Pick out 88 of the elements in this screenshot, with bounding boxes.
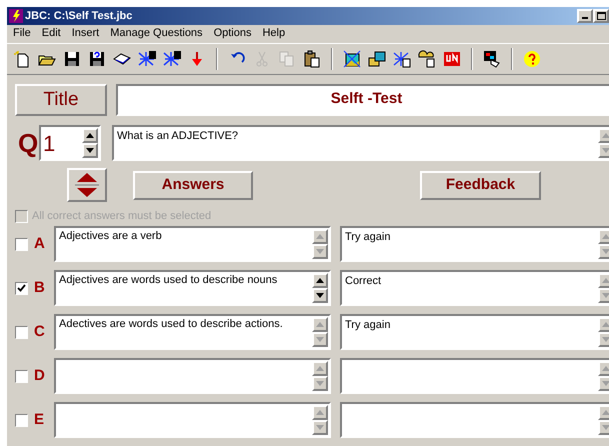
maximize-icon: [596, 12, 606, 20]
checkbox[interactable]: [15, 370, 28, 382]
feedback-field[interactable]: Correct: [340, 270, 609, 306]
screen-icon[interactable]: [483, 50, 501, 68]
cloud-page-icon[interactable]: [418, 50, 436, 68]
feedback-field[interactable]: [340, 402, 609, 438]
down-triangle-icon: [602, 425, 609, 430]
question-field[interactable]: What is an ADJECTIVE?: [112, 125, 609, 161]
feedback-field[interactable]: Try again: [340, 314, 609, 350]
checkbox[interactable]: [15, 282, 28, 294]
disk-icon[interactable]: [63, 50, 81, 68]
up-triangle-icon: [316, 322, 324, 327]
title-button[interactable]: Title: [15, 84, 107, 116]
up-down-arrows-icon: [75, 172, 99, 198]
down-triangle-icon: [602, 381, 609, 386]
answer-letter: B: [34, 278, 46, 298]
new-file-icon[interactable]: [13, 50, 31, 68]
menu-item[interactable]: Insert: [66, 25, 104, 42]
menu-item[interactable]: Help: [257, 25, 290, 42]
menu-item[interactable]: Manage Questions: [105, 25, 208, 42]
down-triangle-icon: [316, 381, 324, 386]
up-triangle-icon: [602, 366, 609, 371]
answer-field[interactable]: Adjectives are a verb: [54, 226, 331, 262]
down-triangle-icon: [316, 293, 324, 298]
up-triangle-icon: [316, 366, 324, 371]
menu-item[interactable]: Options: [208, 25, 256, 42]
down-triangle-icon: [316, 249, 324, 254]
scroll-up-button[interactable]: [312, 273, 328, 288]
up-triangle-icon: [316, 410, 324, 415]
up-triangle-icon: [602, 410, 609, 415]
down-triangle-icon: [602, 293, 609, 298]
down-triangle-icon: [602, 148, 609, 153]
minimize-icon: [582, 17, 588, 19]
down-triangle-icon: [602, 249, 609, 254]
answer-letter: E: [34, 410, 46, 430]
answer-letter: A: [34, 234, 46, 254]
answer-text: Adjectives are a verb: [59, 229, 162, 244]
up-triangle-icon: [602, 278, 609, 283]
folder-picture-icon[interactable]: [368, 50, 386, 68]
menu-item[interactable]: File: [8, 25, 36, 42]
scrollbar[interactable]: [82, 127, 98, 159]
checkbox[interactable]: [15, 326, 28, 338]
answer-text: Adectives are words used to describe actions.: [59, 317, 283, 332]
up-triangle-icon: [316, 234, 324, 239]
app-icon: [9, 9, 23, 23]
title-field[interactable]: Selft -Test: [116, 84, 609, 116]
up-triangle-icon: [602, 133, 609, 138]
feedback-field[interactable]: [340, 358, 609, 394]
picture-icon[interactable]: [343, 50, 361, 68]
up-triangle-icon: [602, 322, 609, 327]
minimize-button[interactable]: [577, 9, 593, 23]
answer-field[interactable]: [54, 402, 331, 438]
question-number-spinner[interactable]: 1: [39, 125, 101, 161]
answer-letter: C: [34, 322, 46, 342]
scroll-down-button[interactable]: [82, 143, 98, 158]
answer-letter: D: [34, 366, 46, 386]
up-triangle-icon: [86, 133, 94, 138]
answer-text: Adjectives are words used to describe nouns: [59, 273, 278, 288]
disk-question-icon[interactable]: [88, 50, 106, 68]
menu-item[interactable]: Edit: [36, 25, 66, 42]
answer-field[interactable]: [54, 358, 331, 394]
feedback-button[interactable]: Feedback: [420, 170, 541, 200]
answer-field[interactable]: Adectives are words used to describe actions.: [54, 314, 331, 350]
move-question-button[interactable]: [67, 168, 107, 202]
down-triangle-icon: [316, 425, 324, 430]
scroll-up-button[interactable]: [82, 128, 98, 143]
up-triangle-icon: [602, 234, 609, 239]
feedback-text: Correct: [345, 274, 382, 289]
net-page-icon[interactable]: [393, 50, 411, 68]
feedback-text: Try again: [345, 230, 390, 245]
down-triangle-icon: [316, 337, 324, 342]
checkbox[interactable]: [15, 238, 28, 250]
down-triangle-icon: [86, 148, 94, 153]
down-triangle-icon: [602, 337, 609, 342]
feedback-text: Try again: [345, 318, 390, 333]
scroll-down-button[interactable]: [312, 288, 328, 303]
checkbox[interactable]: [15, 414, 28, 426]
up-triangle-icon: [316, 278, 324, 283]
window-title: JBC: C:\Self Test.jbc: [25, 8, 132, 24]
question-label: Q: [17, 127, 39, 160]
maximize-button[interactable]: [593, 9, 609, 23]
clipboard-icon[interactable]: [303, 50, 321, 68]
answer-field[interactable]: Adjectives are words used to describe nouns: [54, 270, 331, 306]
scrollbar[interactable]: [312, 272, 328, 304]
letters-logo-icon[interactable]: [443, 50, 461, 68]
answers-button[interactable]: Answers: [133, 170, 253, 200]
help-icon[interactable]: [523, 50, 541, 68]
feedback-field[interactable]: Try again: [340, 226, 609, 262]
